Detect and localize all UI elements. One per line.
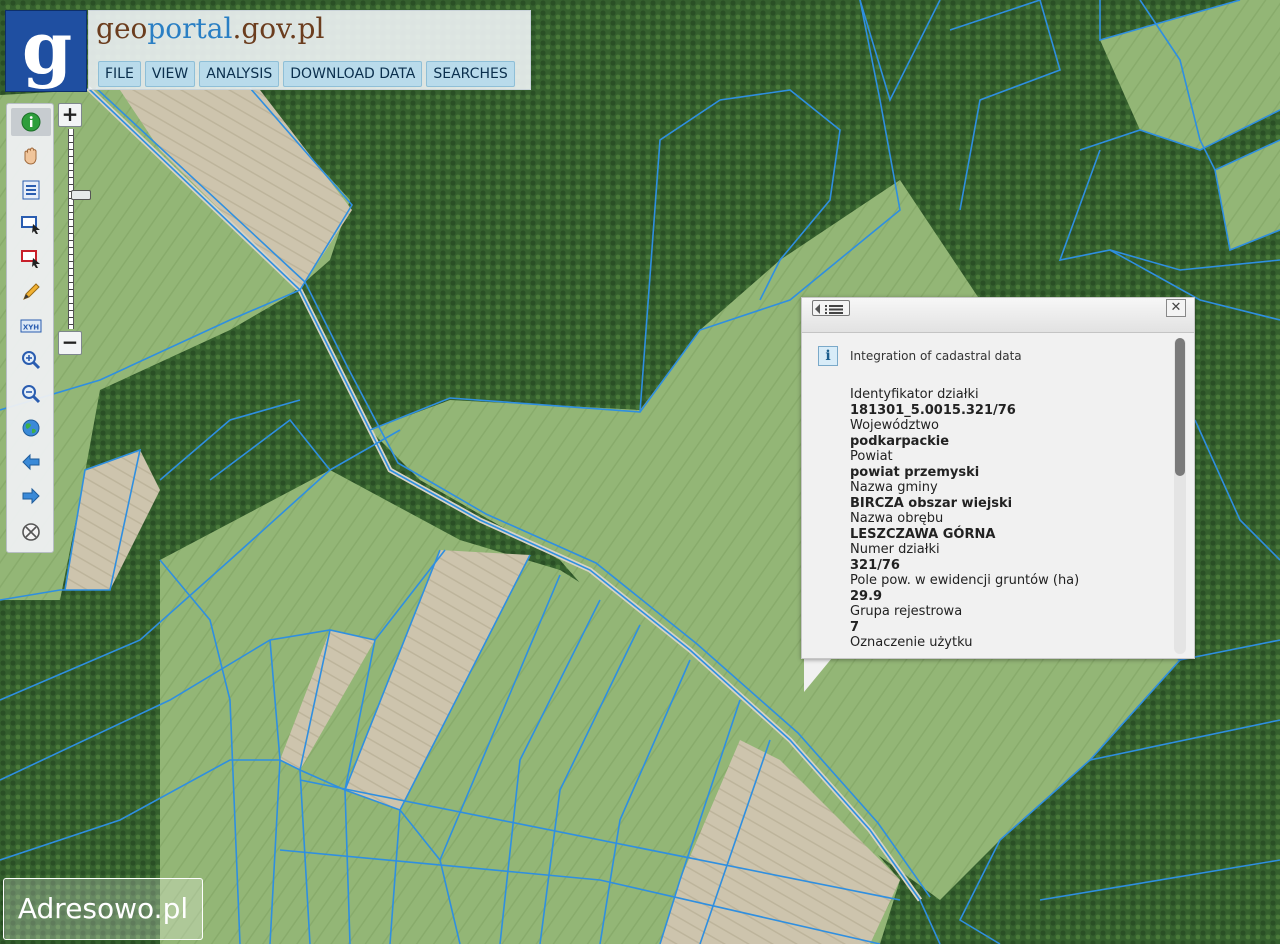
- info-icon: [21, 112, 41, 132]
- field-label: Województwo: [850, 418, 940, 433]
- geoportal-logo[interactable]: g: [5, 5, 87, 92]
- next-view-button[interactable]: [11, 482, 51, 510]
- popup-body: i Integration of cadastral data Identyfi…: [802, 334, 1174, 658]
- popup-title: Integration of cadastral data: [850, 349, 1022, 363]
- field-value: 181301_5.0015.321/76: [850, 402, 1016, 418]
- zoom-out-icon: [22, 385, 41, 404]
- zoom-handle[interactable]: [71, 190, 91, 200]
- popup-scrollbar[interactable]: [1174, 338, 1186, 654]
- xyh-tool-button[interactable]: XYH: [11, 312, 51, 340]
- pencil-icon: [23, 283, 40, 300]
- zoom-in-tool-button[interactable]: [11, 346, 51, 374]
- menu-analysis[interactable]: ANALYSIS: [199, 61, 280, 87]
- map-toolbar: XYH: [6, 103, 54, 553]
- select-rectangle-blue-icon: [21, 216, 40, 234]
- arrow-right-icon: [22, 487, 40, 505]
- arrow-left-icon: [22, 453, 40, 471]
- menu-download-data[interactable]: DOWNLOAD DATA: [283, 61, 423, 87]
- field-label: Identyfikator działki: [850, 387, 979, 402]
- zoom-track[interactable]: [68, 129, 91, 329]
- field-value: 321/76: [850, 557, 900, 573]
- menu-file[interactable]: FILE: [98, 61, 141, 87]
- brand-prefix: g: [96, 12, 114, 45]
- field-value: LESZCZAWA GÓRNA: [850, 526, 996, 542]
- xyh-coordinates-icon: XYH: [20, 319, 42, 333]
- field-value: powiat przemyski: [850, 464, 980, 480]
- clear-icon: [22, 523, 40, 541]
- legend-list-icon: [22, 180, 40, 200]
- draw-tool-button[interactable]: [11, 278, 51, 306]
- brand-part-a: eo: [113, 12, 148, 45]
- field-value: BIRCZA obszar wiejski: [850, 495, 1013, 511]
- site-brand: geoportal.gov.pl: [96, 12, 446, 45]
- pan-tool-button[interactable]: [11, 142, 51, 170]
- select-blue-tool-button[interactable]: [11, 210, 51, 238]
- legend-tool-button[interactable]: [11, 176, 51, 204]
- main-menu: FILE VIEW ANALYSIS DOWNLOAD DATA SEARCHE…: [98, 61, 515, 87]
- zoom-out-button[interactable]: −: [58, 331, 82, 355]
- close-icon[interactable]: ✕: [1166, 299, 1186, 317]
- cadastral-info-popup: ✕ i Integration of cadastral data Identy…: [801, 297, 1195, 659]
- popup-list-button[interactable]: [812, 300, 850, 316]
- field-label: Oznaczenie użytku: [850, 635, 973, 650]
- adresowo-watermark: Adresowo.pl: [3, 878, 203, 940]
- select-rectangle-red-icon: [21, 250, 40, 268]
- popup-pointer: [804, 658, 832, 692]
- full-extent-tool-button[interactable]: [11, 414, 51, 442]
- previous-view-button[interactable]: [11, 448, 51, 476]
- field-label: Grupa rejestrowa: [850, 604, 963, 619]
- globe-icon: [22, 419, 40, 437]
- select-red-tool-button[interactable]: [11, 244, 51, 272]
- zoom-slider: + −: [58, 103, 91, 359]
- zoom-in-icon: [22, 351, 41, 370]
- field-label: Powiat: [850, 449, 893, 464]
- clear-tool-button[interactable]: [11, 518, 51, 546]
- menu-searches[interactable]: SEARCHES: [426, 61, 515, 87]
- popup-header: ✕: [802, 298, 1194, 333]
- back-list-icon: [815, 304, 843, 314]
- menu-view[interactable]: VIEW: [144, 61, 196, 87]
- field-value: 7: [850, 619, 860, 635]
- pan-hand-icon: [24, 147, 37, 165]
- xyh-label: XYH: [23, 324, 39, 332]
- zoom-in-button[interactable]: +: [58, 103, 82, 127]
- field-value: podkarpackie: [850, 433, 950, 449]
- field-label: Pole pow. w ewidencji gruntów (ha): [850, 573, 1080, 588]
- field-label: Nazwa obrębu: [850, 511, 944, 526]
- field-label: Nazwa gminy: [850, 480, 938, 495]
- zoom-out-tool-button[interactable]: [11, 380, 51, 408]
- popup-scroll-thumb[interactable]: [1175, 338, 1185, 476]
- field-value: 29.9: [850, 588, 883, 604]
- popup-info-icon: i: [818, 346, 838, 366]
- brand-domain: .gov.pl: [232, 12, 325, 45]
- info-tool-button[interactable]: [11, 108, 51, 136]
- logo-letter: g: [21, 5, 73, 90]
- brand-part-b: portal: [147, 12, 233, 45]
- popup-fields: Identyfikator działki 181301_5.0015.321/…: [850, 387, 1079, 651]
- field-label: Numer działki: [850, 542, 940, 557]
